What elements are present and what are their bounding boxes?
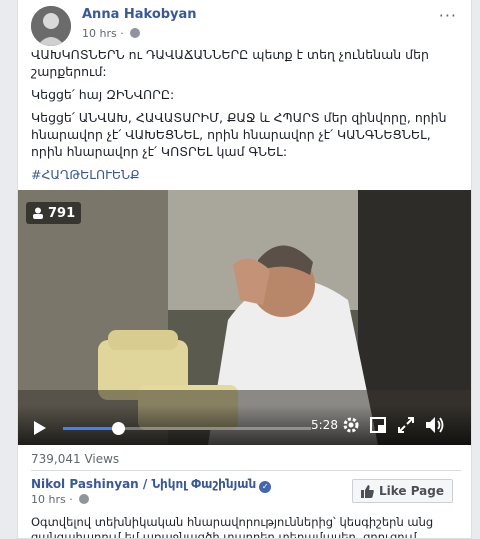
post-time-label: 10 hrs xyxy=(82,27,117,40)
live-viewers-badge: 791 xyxy=(26,202,82,224)
like-page-label: Like Page xyxy=(378,484,444,498)
miniplayer-icon[interactable] xyxy=(370,417,386,433)
person-icon xyxy=(33,207,43,219)
video-player[interactable]: 791 5:28 xyxy=(18,190,471,445)
viewer-count: 791 xyxy=(48,205,76,221)
progress-knob[interactable] xyxy=(111,422,125,435)
volume-icon[interactable] xyxy=(425,416,445,434)
like-page-button[interactable]: Like Page xyxy=(351,479,453,503)
more-options-button[interactable]: ··· xyxy=(439,6,457,25)
hashtag-link[interactable]: #ՀԱՂԹԵԼՈՒԵՆՔ xyxy=(31,166,461,183)
shared-page-name: Nikol Pashinyan / Նիկոլ Փաշինյան xyxy=(31,477,257,491)
play-icon[interactable] xyxy=(33,420,47,436)
post-paragraph: Կեցցե՛ ԱՆՎԱԽ, ՀԱՎԱՏԱՐԻՄ, ՔԱՋ և ՀՊԱՐՏ մեր… xyxy=(31,110,447,159)
post-paragraph: Կեցցե՛ հայ ԶԻՆՎՈՐԸ: xyxy=(31,87,175,102)
globe-icon xyxy=(130,28,141,38)
shared-page-row: Nikol Pashinyan / Նիկոլ Փաշինյան ✓ 10 hrs… xyxy=(31,477,461,507)
shared-page-timestamp[interactable]: 10 hrs · xyxy=(31,493,90,506)
shared-page-time-label: 10 hrs xyxy=(31,493,66,506)
fullscreen-icon[interactable] xyxy=(398,417,414,433)
post-paragraph: ՎԱԽԿՈՏՆԵՐՆ ու ԴԱՎԱՃԱՆՆԵՐԸ պետք է տեղ չու… xyxy=(31,47,429,79)
post-header: Anna Hakobyan 10 hrs · ··· xyxy=(31,6,461,46)
settings-icon[interactable] xyxy=(342,416,360,434)
post-body: ՎԱԽԿՈՏՆԵՐՆ ու ԴԱՎԱՃԱՆՆԵՐԸ պետք է տեղ չու… xyxy=(31,46,461,189)
shared-page-name-row[interactable]: Nikol Pashinyan / Նիկոլ Փաշինյան ✓ xyxy=(31,477,272,493)
view-count: 739,041 Views xyxy=(31,452,120,466)
post-card: Anna Hakobyan 10 hrs · ··· ՎԱԽԿՈՏՆԵՐՆ ու… xyxy=(17,0,472,539)
thumbs-up-icon xyxy=(360,484,374,498)
divider xyxy=(31,470,461,471)
progress-bar[interactable] xyxy=(63,422,311,435)
progress-fill xyxy=(63,427,118,430)
video-duration: 5:28 xyxy=(311,418,338,432)
shared-page-text: Օգտվելով տեխնիկական հնարավորություններից… xyxy=(31,515,434,539)
author-name[interactable]: Anna Hakobyan xyxy=(82,7,197,22)
globe-icon xyxy=(79,494,90,504)
author-avatar[interactable] xyxy=(31,6,71,46)
post-timestamp[interactable]: 10 hrs · xyxy=(82,27,141,40)
verified-badge-icon: ✓ xyxy=(259,481,272,493)
